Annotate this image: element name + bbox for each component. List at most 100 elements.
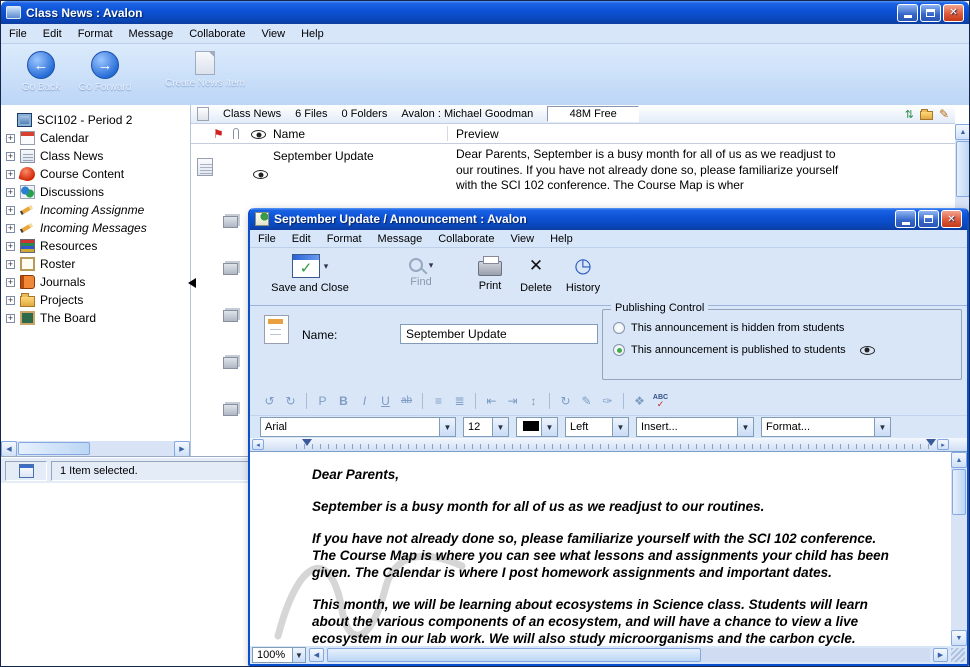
- list-icon[interactable]: ≣: [450, 392, 469, 410]
- menu-view[interactable]: View: [253, 26, 293, 42]
- tree-horizontal-scrollbar[interactable]: ◀ ▶: [1, 441, 191, 457]
- eye-column-icon[interactable]: [251, 130, 266, 139]
- expander-icon[interactable]: [6, 170, 15, 179]
- expander-icon[interactable]: [6, 242, 15, 251]
- menu-file[interactable]: File: [1, 26, 35, 42]
- brush-icon[interactable]: ✑: [598, 392, 617, 410]
- menu-format[interactable]: Format: [70, 26, 121, 42]
- find-button[interactable]: ▾ Find: [390, 252, 452, 288]
- tree-item-discussions[interactable]: Discussions: [1, 183, 190, 201]
- tree-item-journals[interactable]: Journals: [1, 273, 190, 291]
- create-news-item-button[interactable]: Create News Item: [163, 51, 247, 89]
- expander-icon[interactable]: [6, 278, 15, 287]
- scroll-left-icon[interactable]: ◀: [309, 648, 324, 662]
- italic-icon[interactable]: I: [355, 392, 374, 410]
- scroll-thumb[interactable]: [18, 442, 90, 455]
- expander-icon[interactable]: [6, 152, 15, 161]
- chevron-down-icon[interactable]: ▼: [737, 418, 753, 436]
- tree-item-resources[interactable]: Resources: [1, 237, 190, 255]
- tree-item-the-board[interactable]: The Board: [1, 309, 190, 327]
- left-margin-marker[interactable]: [302, 439, 312, 451]
- main-titlebar[interactable]: Class News : Avalon ✕: [1, 1, 969, 24]
- spellcheck-icon[interactable]: ABC✓: [651, 392, 670, 410]
- rotate-icon[interactable]: ↻: [556, 392, 575, 410]
- align-left-icon[interactable]: ≡: [429, 392, 448, 410]
- tree-root[interactable]: SCI102 - Period 2: [1, 111, 190, 129]
- expander-icon[interactable]: [6, 314, 15, 323]
- outdent-icon[interactable]: ⇤: [482, 392, 501, 410]
- menu-format[interactable]: Format: [319, 231, 370, 247]
- menu-collaborate[interactable]: Collaborate: [181, 26, 253, 42]
- folder-icon[interactable]: [920, 111, 933, 120]
- tree-item-class-news[interactable]: Class News: [1, 147, 190, 165]
- chevron-down-icon[interactable]: ▼: [439, 418, 455, 436]
- menu-view[interactable]: View: [502, 231, 542, 247]
- line-spacing-icon[interactable]: ↕: [524, 392, 543, 410]
- menu-message[interactable]: Message: [121, 26, 182, 42]
- flag-icon[interactable]: ⚑: [213, 127, 224, 141]
- pen-icon[interactable]: ✎: [577, 392, 596, 410]
- expander-icon[interactable]: [6, 134, 15, 143]
- minimize-button[interactable]: [895, 210, 916, 228]
- message-body-editor[interactable]: Dear Parents, September is a busy month …: [250, 452, 967, 646]
- tree-item-incoming-messages[interactable]: Incoming Messages: [1, 219, 190, 237]
- tree-item-incoming-assignments[interactable]: Incoming Assignme: [1, 201, 190, 219]
- ruler[interactable]: ◂ ▸: [250, 438, 967, 452]
- scroll-right-icon[interactable]: ▶: [174, 441, 190, 457]
- menu-collaborate[interactable]: Collaborate: [430, 231, 502, 247]
- insert-select[interactable]: Insert... ▼: [636, 417, 754, 437]
- scroll-thumb[interactable]: [952, 469, 966, 515]
- menu-edit[interactable]: Edit: [35, 26, 70, 42]
- undo-icon[interactable]: ↺: [260, 392, 279, 410]
- tree-item-course-content[interactable]: Course Content: [1, 165, 190, 183]
- history-button[interactable]: ◷ History: [558, 252, 608, 294]
- close-button[interactable]: ✕: [943, 4, 964, 22]
- attachment-icon[interactable]: [233, 128, 239, 139]
- save-and-close-button[interactable]: ✓ ▾ Save and Close: [260, 252, 360, 294]
- delete-button[interactable]: ✕ Delete: [514, 252, 558, 294]
- font-size-select[interactable]: 12 ▼: [463, 417, 509, 437]
- chevron-down-icon[interactable]: ▾: [429, 260, 434, 271]
- scroll-right-icon[interactable]: ▶: [933, 648, 948, 662]
- format-select[interactable]: Format... ▼: [761, 417, 891, 437]
- insert-object-icon[interactable]: ❖: [630, 392, 649, 410]
- tree-item-calendar[interactable]: Calendar: [1, 129, 190, 147]
- body-horizontal-scrollbar[interactable]: [327, 648, 930, 662]
- expander-icon[interactable]: [6, 206, 15, 215]
- ruler-right-icon[interactable]: ▸: [937, 439, 949, 450]
- bold-icon[interactable]: B: [334, 392, 353, 410]
- radio-hidden-label[interactable]: This announcement is hidden from student…: [631, 322, 844, 334]
- scroll-up-icon[interactable]: ▲: [955, 124, 970, 140]
- go-forward-button[interactable]: → Go Forward: [77, 51, 133, 93]
- resize-grip[interactable]: [951, 648, 965, 662]
- underline-icon[interactable]: U: [376, 392, 395, 410]
- print-button[interactable]: Print: [466, 252, 514, 292]
- minimize-button[interactable]: [897, 4, 918, 22]
- font-family-select[interactable]: Arial ▼: [260, 417, 456, 437]
- ruler-left-icon[interactable]: ◂: [252, 439, 264, 450]
- expander-icon[interactable]: [6, 296, 15, 305]
- edit-icon[interactable]: ✎: [939, 107, 949, 121]
- close-button[interactable]: ✕: [941, 210, 962, 228]
- menu-edit[interactable]: Edit: [284, 231, 319, 247]
- tree-item-projects[interactable]: Projects: [1, 291, 190, 309]
- align-select[interactable]: Left ▼: [565, 417, 629, 437]
- chevron-down-icon[interactable]: ▼: [612, 418, 628, 436]
- menu-message[interactable]: Message: [370, 231, 431, 247]
- radio-hidden[interactable]: [613, 322, 625, 334]
- sort-icon[interactable]: ⇅: [905, 108, 914, 121]
- expander-icon[interactable]: [6, 260, 15, 269]
- right-margin-marker[interactable]: [926, 439, 936, 451]
- column-name[interactable]: Name: [273, 127, 305, 141]
- chevron-down-icon[interactable]: ▼: [292, 648, 305, 662]
- redo-icon[interactable]: ↻: [281, 392, 300, 410]
- maximize-button[interactable]: [918, 210, 939, 228]
- menu-file[interactable]: File: [250, 231, 284, 247]
- scroll-down-icon[interactable]: ▼: [951, 630, 967, 646]
- chevron-down-icon[interactable]: ▼: [541, 418, 557, 436]
- tree-item-roster[interactable]: Roster: [1, 255, 190, 273]
- chevron-down-icon[interactable]: ▼: [874, 418, 890, 436]
- font-color-select[interactable]: ▼: [516, 417, 558, 437]
- menu-help[interactable]: Help: [293, 26, 332, 42]
- expander-icon[interactable]: [6, 188, 15, 197]
